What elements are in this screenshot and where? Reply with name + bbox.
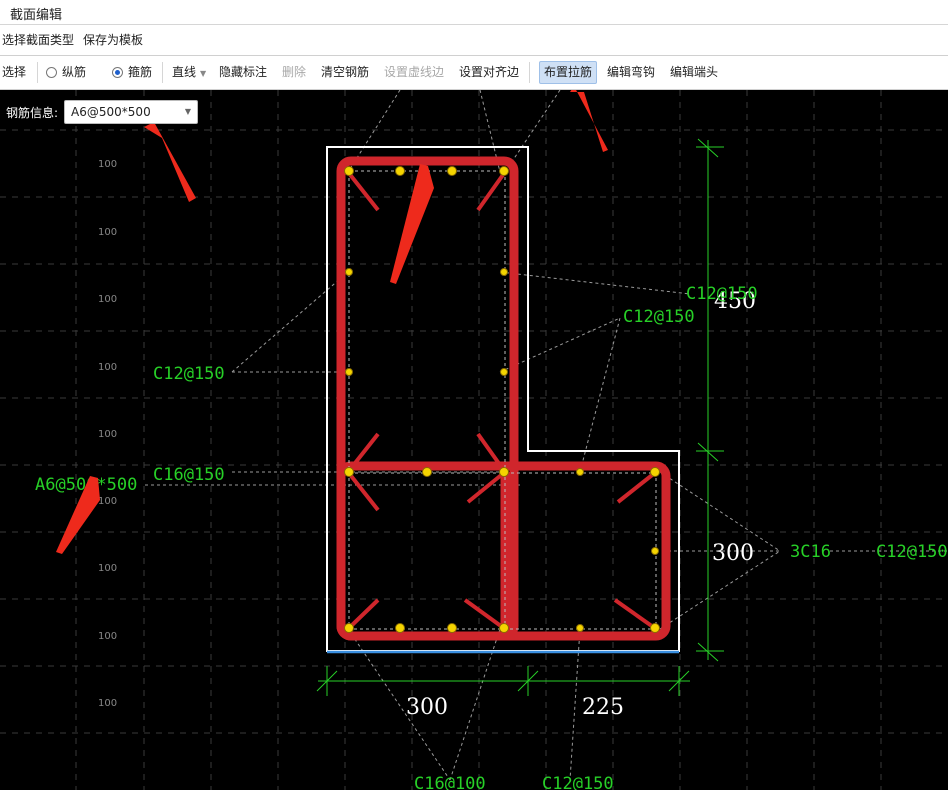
- hide-labels-button[interactable]: 隐藏标注: [219, 56, 267, 89]
- radio-off-icon: [46, 67, 57, 78]
- grid-label: 100: [98, 227, 117, 238]
- caret-down-icon: ▼: [200, 69, 207, 78]
- select-button[interactable]: 选择: [2, 56, 26, 89]
- grid-label: 100: [98, 362, 117, 373]
- menu-bar: 选择截面类型 保存为模板: [0, 25, 948, 56]
- toolbar: 选择 纵筋 箍筋 直线 ▼ 隐藏标注 删除 清空钢筋 设置虚线边 设置对齐边 布置…: [0, 56, 948, 90]
- annotation-right-stirrup: C12@150: [876, 542, 948, 562]
- toolbar-separator: [37, 62, 38, 83]
- grid-scale-labels: 100 100 100 100 100 100 100 100 100: [98, 159, 117, 709]
- annotation-stirrup-right-mid: C12@150: [623, 307, 695, 327]
- rebar-info-value: A6@500*500: [71, 105, 151, 119]
- menu-item-section-type[interactable]: 选择截面类型: [0, 25, 81, 55]
- grid-lines: [0, 90, 948, 790]
- dimension-labels: 450 300 300 225: [406, 289, 756, 720]
- dim-left-width: 300: [406, 695, 448, 720]
- grid-label: 100: [98, 496, 117, 507]
- rebar-annotations: C12@150 C12@150 C12@150 C16@150 A6@500*5…: [35, 284, 948, 790]
- annotation-corner-bars: 3C16: [790, 542, 831, 562]
- leader-lines: [145, 90, 948, 781]
- grid-label: 100: [98, 294, 117, 305]
- rebar-info-label: 钢筋信息:: [6, 105, 59, 120]
- dim-right-width: 225: [582, 695, 624, 720]
- annotation-stirrup-top-right: C12@150: [686, 284, 758, 304]
- grid-label: 100: [98, 631, 117, 642]
- menu-item-save-template[interactable]: 保存为模板: [81, 25, 150, 55]
- annotation-stirrup-mid: C16@150: [153, 465, 225, 485]
- dim-bottom-height: 300: [712, 541, 754, 566]
- radio-stirrup[interactable]: 箍筋: [112, 56, 152, 89]
- set-dashed-edge-button[interactable]: 设置虚线边: [384, 56, 444, 89]
- line-mode-label: 直线: [172, 65, 197, 79]
- line-mode-dropdown[interactable]: 直线 ▼: [172, 56, 206, 89]
- grid-label: 100: [98, 429, 117, 440]
- grid-label: 100: [98, 159, 117, 170]
- pointer-arrows: [56, 90, 608, 554]
- edit-hook-button[interactable]: 编辑弯钩: [607, 56, 655, 89]
- stirrup-vertical: [336, 156, 519, 641]
- caret-down-icon: ▼: [184, 107, 192, 116]
- clear-rebar-button[interactable]: 清空钢筋: [321, 56, 369, 89]
- grid-label: 100: [98, 563, 117, 574]
- window-title: 截面编辑: [10, 8, 63, 23]
- set-align-edge-button[interactable]: 设置对齐边: [459, 56, 519, 89]
- edit-end-button[interactable]: 编辑端头: [670, 56, 718, 89]
- delete-button[interactable]: 删除: [282, 56, 306, 89]
- rebar-info-panel: 钢筋信息: A6@500*500 ▼: [6, 99, 199, 125]
- arrow-to-top-stirrup-icon: [390, 164, 434, 284]
- rebar-info-select[interactable]: A6@500*500 ▼: [64, 100, 199, 124]
- radio-longitudinal-label: 纵筋: [62, 65, 87, 79]
- toolbar-separator: [529, 62, 530, 83]
- annotation-stirrup-left: C12@150: [153, 364, 225, 384]
- drawing-canvas[interactable]: 100 100 100 100 100 100 100 100 100 450 …: [0, 90, 948, 790]
- toolbar-separator: [162, 62, 163, 83]
- arrow-to-rebar-select-icon: [144, 122, 196, 202]
- annotation-bottom-right: C12@150: [542, 774, 614, 790]
- title-bar: 截面编辑: [0, 0, 948, 25]
- radio-stirrup-label: 箍筋: [128, 65, 153, 79]
- radio-longitudinal[interactable]: 纵筋: [46, 56, 86, 89]
- annotation-bottom-left: C16@100: [414, 774, 486, 790]
- arrow-to-place-tie-icon: [570, 90, 608, 152]
- place-tie-button[interactable]: 布置拉筋: [539, 61, 598, 84]
- radio-on-icon: [112, 67, 123, 78]
- grid-label: 100: [98, 698, 117, 709]
